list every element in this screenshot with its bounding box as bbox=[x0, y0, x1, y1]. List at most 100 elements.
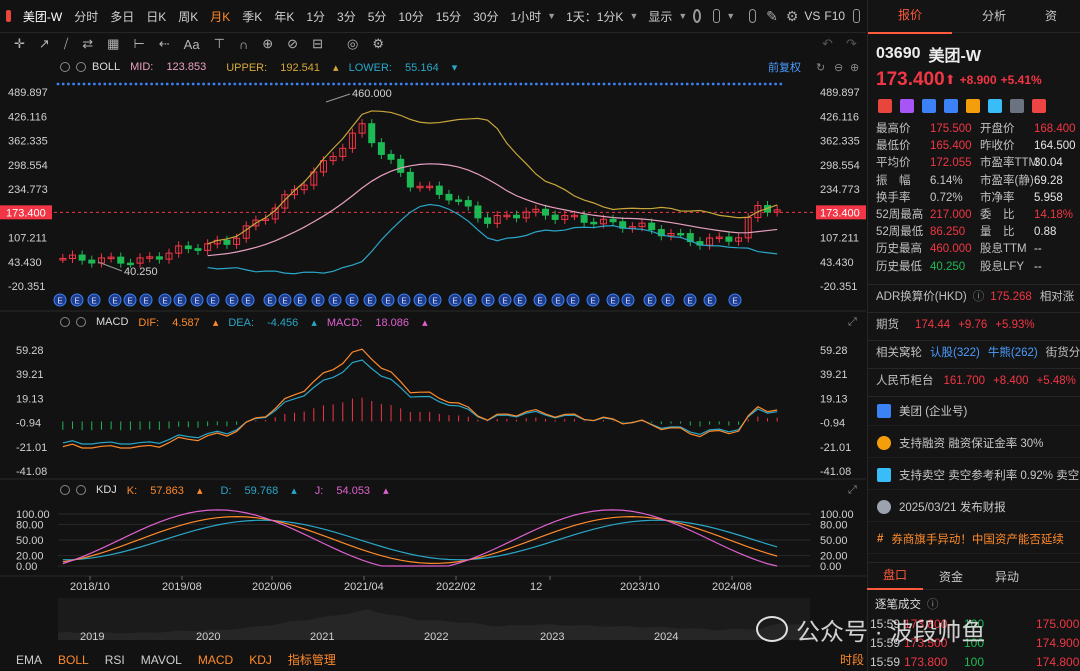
info-icon[interactable]: ⓘ bbox=[973, 289, 985, 306]
event-marker-label: E bbox=[282, 297, 287, 306]
candle-body bbox=[397, 158, 405, 173]
dotted-marker bbox=[228, 82, 232, 86]
stat-value: 172.055 bbox=[930, 157, 972, 170]
warrants-extra: 街货分 bbox=[1045, 347, 1080, 360]
high-annotation: 460.000 bbox=[352, 88, 392, 100]
event-marker-label: E bbox=[127, 297, 132, 306]
macd-y-tick: -41.08 bbox=[16, 466, 47, 478]
dollar-badge-icon[interactable] bbox=[944, 99, 958, 113]
info-icon[interactable]: ⓘ bbox=[927, 596, 939, 612]
stat-row: 52周最高 217.000 委 比 14.18% bbox=[876, 207, 1080, 224]
futures-row[interactable]: 期货 174.44 +9.76 +5.93% bbox=[868, 313, 1080, 334]
quote-tabs: 报价 分析 资 bbox=[868, 0, 1080, 34]
event-marker-label: E bbox=[590, 297, 595, 306]
feature-enterprise[interactable]: 美团 (企业号) bbox=[867, 396, 1080, 426]
feature-text: 2025/03/21 发布财报 bbox=[899, 501, 1006, 514]
dotted-marker bbox=[503, 82, 507, 86]
candle-body bbox=[88, 259, 96, 264]
feature-news[interactable]: # 券商旗手异动！中国资产能否延续 bbox=[867, 524, 1080, 554]
tick-ask: 174.800 bbox=[1036, 654, 1080, 669]
ticks-label: 逐笔成交 bbox=[875, 599, 921, 611]
stat-value: 14.18% bbox=[1034, 209, 1074, 222]
dotted-marker bbox=[342, 82, 346, 86]
feature-margin[interactable]: 支持融资 融资保证金率 30% bbox=[867, 428, 1080, 458]
feature-earnings[interactable]: 2025/03/21 发布财报 bbox=[867, 492, 1080, 522]
dotted-marker bbox=[155, 82, 159, 86]
dotted-marker bbox=[160, 82, 164, 86]
dotted-marker bbox=[685, 82, 689, 86]
dotted-marker bbox=[191, 82, 195, 86]
candle-body bbox=[377, 142, 385, 155]
x-axis-label: 2023/10 bbox=[620, 581, 660, 593]
tab-orderbook[interactable]: 盘口 bbox=[867, 562, 923, 590]
dotted-marker bbox=[477, 82, 481, 86]
exchange-badge-icon[interactable] bbox=[922, 99, 936, 113]
tab-analysis[interactable]: 分析 bbox=[952, 0, 1036, 33]
dotted-marker bbox=[540, 82, 543, 86]
stat-row: 平均价 172.055 市盈率TTM 30.04 bbox=[876, 155, 1080, 172]
dotted-marker bbox=[233, 82, 237, 86]
candle-body bbox=[725, 236, 733, 242]
dotted-marker bbox=[436, 82, 439, 86]
tab-fund[interactable]: 资金 bbox=[923, 568, 979, 585]
x-axis-label: 2021/04 bbox=[344, 581, 384, 593]
doc-badge-icon[interactable] bbox=[1010, 99, 1024, 113]
stat-label: 市盈率(静) bbox=[980, 174, 1034, 187]
dotted-marker bbox=[587, 82, 590, 86]
dotted-marker bbox=[711, 82, 715, 86]
rmb-row[interactable]: 人民币柜台 161.700 +8.400 +5.48% bbox=[868, 369, 1080, 390]
stat-label: 历史最低 bbox=[876, 260, 922, 273]
feature-text: 支持融资 融资保证金率 30% bbox=[899, 437, 1044, 450]
macd-y-tick: 19.13 bbox=[820, 393, 848, 405]
tag-badge-icon[interactable] bbox=[988, 99, 1002, 113]
heart-badge-icon[interactable] bbox=[1032, 99, 1046, 113]
indicator-tab-active[interactable]: KDJ bbox=[249, 653, 272, 667]
feature-short[interactable]: 支持卖空 卖空参考利率 0.92% 卖空 bbox=[867, 460, 1080, 490]
dotted-marker bbox=[129, 82, 133, 86]
dotted-marker bbox=[119, 82, 122, 86]
dotted-marker bbox=[758, 82, 762, 86]
dotted-marker bbox=[607, 82, 611, 86]
indicator-manage[interactable]: 指标管理 bbox=[288, 651, 336, 668]
dotted-marker bbox=[56, 82, 60, 86]
tab-quote[interactable]: 报价 bbox=[868, 0, 952, 34]
connect-badge-icon[interactable] bbox=[966, 99, 980, 113]
stat-label: 量 比 bbox=[980, 226, 1015, 239]
warrants-call-link[interactable]: 认股(322) bbox=[930, 345, 980, 362]
boll-upper-line bbox=[207, 110, 778, 245]
y-tick-right: -20.351 bbox=[820, 281, 857, 293]
indicator-tab-active[interactable]: MACD bbox=[198, 653, 233, 667]
alert-icon bbox=[877, 499, 891, 514]
event-marker-label: E bbox=[467, 297, 472, 306]
dotted-marker bbox=[217, 82, 221, 86]
dotted-marker bbox=[238, 82, 242, 86]
kline-chart[interactable]: 489.897 489.897 426.116 426.116 362.335 362.3… bbox=[0, 0, 866, 648]
indicator-tab[interactable]: MAVOL bbox=[141, 653, 182, 667]
chart-down-icon bbox=[877, 467, 891, 482]
indicator-tab-active[interactable]: BOLL bbox=[58, 653, 89, 667]
dotted-marker bbox=[654, 82, 658, 86]
stat-value: -- bbox=[1034, 260, 1042, 273]
indicator-tab[interactable]: EMA bbox=[16, 653, 42, 667]
indicator-tab[interactable]: RSI bbox=[105, 653, 125, 667]
dotted-marker bbox=[379, 82, 382, 86]
tab-movement[interactable]: 异动 bbox=[979, 568, 1035, 585]
dotted-marker bbox=[628, 82, 632, 86]
event-marker-label: E bbox=[401, 297, 406, 306]
navigator-label: 2021 bbox=[310, 631, 334, 643]
hk-badge-icon[interactable] bbox=[878, 99, 892, 113]
dotted-marker bbox=[680, 82, 684, 86]
session-button[interactable]: 时段 bbox=[840, 651, 864, 668]
dotted-marker bbox=[249, 82, 252, 86]
lightning-badge-icon[interactable] bbox=[900, 99, 914, 113]
event-marker-label: E bbox=[432, 297, 437, 306]
candle-body bbox=[387, 153, 395, 160]
tab-more[interactable]: 资 bbox=[1036, 0, 1066, 33]
candle-body bbox=[184, 245, 192, 250]
dotted-marker bbox=[732, 82, 736, 86]
dotted-marker bbox=[113, 82, 117, 86]
warrants-bull-link[interactable]: 牛熊(262) bbox=[988, 345, 1038, 362]
event-marker-label: E bbox=[502, 297, 507, 306]
price-tag-left: 173.400 bbox=[6, 207, 46, 219]
dotted-marker bbox=[389, 82, 393, 86]
